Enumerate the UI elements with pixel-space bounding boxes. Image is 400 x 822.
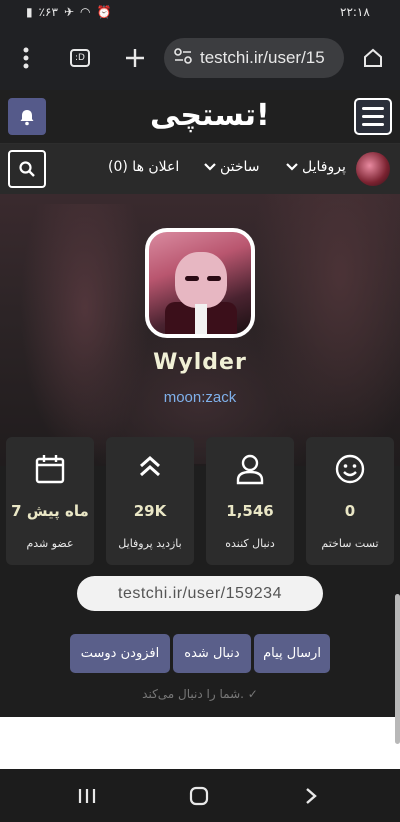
tabs-button[interactable]: :D (62, 40, 98, 76)
wifi-icon: ◠ (80, 5, 91, 19)
stat-label: دنبال کننده (225, 537, 275, 550)
url-text: testchi.ir/user/15 (200, 48, 325, 67)
search-icon (19, 161, 35, 177)
browser-toolbar: :D testchi.ir/user/15 (0, 26, 400, 90)
hamburger-menu-button[interactable] (354, 98, 392, 135)
nav-build-label: ساختن (220, 159, 260, 175)
android-nav-bar (0, 769, 400, 822)
nav-profile-label: پروفایل (302, 159, 346, 175)
chevron-down-icon (286, 163, 298, 171)
profile-username: Wylder (153, 350, 247, 375)
calendar-icon-wrap (6, 453, 94, 487)
notifications-button[interactable] (8, 98, 46, 135)
status-bar: ▮ ٪۶۳ ✈ ◠ ⏰ ۲۲:۱۸ (0, 0, 400, 26)
stat-label: بازدید پروفایل (118, 537, 182, 550)
profile-stats: 0 تست ساختم 1,546 دنبال کننده 29K بازدید… (0, 437, 400, 565)
double-chevron-up-icon (140, 455, 160, 477)
search-button[interactable] (8, 150, 46, 188)
nav-profile[interactable]: پروفایل (286, 159, 346, 175)
site-nav: اعلان ها (0) ساختن پروفایل (0, 144, 400, 194)
calendar-icon (35, 455, 65, 484)
alarm-icon: ⏰ (96, 5, 112, 19)
profile-picture (145, 228, 255, 338)
chevron-down-icon (204, 163, 216, 171)
stat-value: 29K (133, 502, 167, 520)
avatar-art (185, 276, 199, 281)
home-icon[interactable] (355, 40, 391, 76)
content-area (0, 717, 400, 769)
profile-link[interactable]: testchi.ir/user/159234 (77, 576, 323, 611)
site-header: تستچی! (0, 90, 400, 144)
avatar-art (207, 276, 221, 281)
checkmark-icon: ✓ (247, 687, 258, 701)
tab-count: :D (70, 49, 90, 67)
stat-followers: 1,546 دنبال کننده (206, 437, 294, 565)
site-settings-icon[interactable] (174, 48, 192, 68)
hamburger-line (362, 115, 384, 118)
status-icons: ▮ ٪۶۳ ✈ ◠ ⏰ (26, 5, 111, 19)
profile-handle[interactable]: moon:zack (0, 389, 400, 406)
recents-icon[interactable] (72, 783, 102, 809)
bell-icon (20, 109, 34, 125)
follows-you-note: شما را دنبال می‌کند. ✓ (0, 687, 400, 701)
avatar-art (195, 304, 207, 334)
smiley-icon (335, 454, 365, 484)
stat-value: 1,546 (226, 502, 274, 520)
stat-profile-views: 29K بازدید پروفایل (106, 437, 194, 565)
battery-icon: ▮ (26, 5, 33, 19)
smiley-icon-wrap (306, 453, 394, 487)
stat-value: 0 (344, 502, 356, 520)
user-avatar[interactable] (356, 152, 390, 186)
nav-notifications[interactable]: اعلان ها (0) (108, 159, 179, 175)
airplane-icon: ✈ (63, 5, 75, 19)
site-logo[interactable]: تستچی! (150, 96, 271, 136)
nav-build[interactable]: ساختن (204, 159, 260, 175)
add-friend-button[interactable]: افزودن دوست (70, 634, 170, 673)
address-bar[interactable]: testchi.ir/user/15 (164, 38, 344, 78)
stat-label: عضو شدم (26, 537, 74, 550)
battery-percent: ٪۶۳ (38, 5, 58, 19)
person-icon (236, 454, 264, 485)
hamburger-line (362, 123, 384, 126)
stat-member-since: 7 ماه پیش عضو شدم (6, 437, 94, 565)
hamburger-line (362, 107, 384, 110)
followed-button[interactable]: دنبال شده (173, 634, 251, 673)
stat-value: 7 ماه پیش (11, 502, 89, 520)
scrollbar[interactable] (395, 594, 400, 744)
stat-tests-made: 0 تست ساختم (306, 437, 394, 565)
new-tab-button[interactable] (117, 40, 153, 76)
double-chevron-up-icon-wrap (106, 453, 194, 487)
clock: ۲۲:۱۸ (340, 5, 370, 19)
nav-notifications-label: اعلان ها (0) (108, 159, 180, 175)
send-message-button[interactable]: ارسال پیام (254, 634, 330, 673)
stat-label: تست ساختم (321, 537, 379, 550)
home-button-icon[interactable] (184, 783, 214, 809)
back-icon[interactable] (296, 783, 326, 809)
person-icon-wrap (206, 453, 294, 487)
follow-note-text: شما را دنبال می‌کند. (142, 687, 244, 701)
browser-menu-icon[interactable] (8, 40, 44, 76)
